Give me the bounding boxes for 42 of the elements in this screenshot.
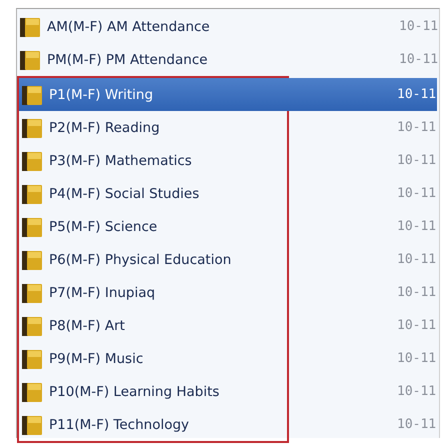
item-date: 10-11 [397, 285, 437, 300]
book-icon [21, 182, 43, 204]
item-date: 10-11 [397, 219, 437, 234]
item-date: 10-11 [397, 318, 437, 333]
book-icon [21, 348, 43, 370]
book-icon [19, 16, 41, 38]
item-label: PM(M-F) PM Attendance [47, 52, 209, 68]
item-date: 10-11 [397, 351, 437, 366]
item-label: P9(M-F) Music [49, 350, 144, 366]
item-label: P2(M-F) Reading [49, 120, 161, 136]
list-item[interactable]: AM(M-F) AM Attendance 10-11 [17, 10, 439, 43]
item-date: 10-11 [399, 19, 439, 34]
item-date: 10-11 [397, 252, 437, 267]
item-label: P11(M-F) Technology [49, 416, 190, 432]
item-label: P5(M-F) Science [49, 218, 158, 234]
book-icon [21, 84, 43, 106]
item-date: 10-11 [397, 417, 437, 432]
item-label: P6(M-F) Physical Education [49, 252, 232, 268]
item-label: AM(M-F) AM Attendance [47, 18, 211, 34]
item-date: 10-11 [397, 87, 437, 102]
book-icon [21, 150, 43, 172]
item-label: P8(M-F) Art [49, 318, 126, 334]
item-date: 10-11 [397, 186, 437, 201]
book-icon [21, 216, 43, 238]
item-date: 10-11 [399, 52, 439, 67]
list-item[interactable]: PM(M-F) PM Attendance 10-11 [17, 43, 439, 76]
book-icon [19, 48, 41, 70]
item-label: P3(M-F) Mathematics [49, 152, 193, 168]
item-label: P10(M-F) Learning Habits [49, 384, 220, 400]
book-icon [21, 314, 43, 336]
item-date: 10-11 [397, 153, 437, 168]
book-icon [21, 248, 43, 270]
book-icon [21, 116, 43, 138]
list-item[interactable]: P1(M-F) Writing 10-11 [19, 78, 437, 111]
item-date: 10-11 [397, 120, 437, 135]
book-icon [21, 380, 43, 402]
item-label: P1(M-F) Writing [49, 86, 154, 102]
book-icon [21, 414, 43, 436]
item-label: P7(M-F) Inupiaq [49, 284, 156, 300]
item-date: 10-11 [397, 384, 437, 399]
item-label: P4(M-F) Social Studies [49, 186, 200, 202]
book-icon [21, 282, 43, 304]
